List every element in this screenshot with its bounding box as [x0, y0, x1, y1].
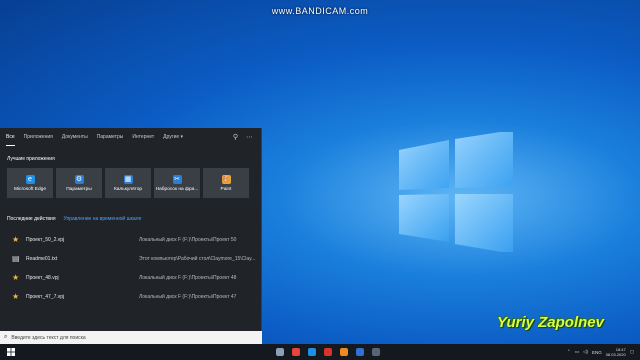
text-file-icon: ▤: [12, 254, 20, 263]
language-indicator[interactable]: ENG: [592, 350, 602, 355]
tab-2[interactable]: Документы: [62, 128, 88, 146]
app-tile-label: Параметры: [66, 186, 92, 192]
recent-item-name: Проект_48.vpj: [26, 274, 59, 281]
tab-5[interactable]: Другие ▾: [163, 128, 183, 146]
recent-item[interactable]: ★ Проект_47_7.vpj Локальный диск F (F:)\Пр…: [0, 287, 261, 306]
app-tile-0[interactable]: e Microsoft Edge: [7, 168, 53, 198]
calculator-icon: ▦: [123, 174, 133, 184]
recent-title: Последние действия: [7, 216, 56, 222]
browser-icon[interactable]: [288, 344, 304, 360]
recent-item[interactable]: ▤ Readme01.txt Этот компьютер\Рабочий стол…: [0, 249, 261, 268]
task-view-icon[interactable]: [272, 344, 288, 360]
app-tile-1[interactable]: ⚙ Параметры: [56, 168, 102, 198]
app-tile-label: Набросок на фра...: [155, 186, 199, 192]
tab-1[interactable]: Приложения: [24, 128, 53, 146]
taskbar-apps: [272, 344, 384, 360]
timeline-link[interactable]: Управление на временной шкале: [64, 216, 142, 222]
windows-start-icon: [7, 348, 15, 356]
start-button[interactable]: [0, 344, 22, 360]
tab-4[interactable]: Интернет: [132, 128, 154, 146]
app-tile-4[interactable]: 🎨 Paint: [203, 168, 249, 198]
taskbar-search-box[interactable]: ⌕ Введите здесь текст для поиска: [0, 331, 262, 344]
recent-item-name: Readme01.txt: [26, 255, 58, 262]
tab-0[interactable]: Все: [6, 129, 15, 146]
recent-item-name: Проект_47_7.vpj: [26, 293, 65, 300]
recent-item-path: Локальный диск F (F:)\Проекты\Проект 50: [139, 236, 237, 243]
app-icon-red[interactable]: [320, 344, 336, 360]
search-panel: Все Приложения Документы Параметры Интернет Д…: [0, 128, 262, 331]
tab-3[interactable]: Параметры: [97, 128, 124, 146]
clock-date: 08.03.2020: [605, 352, 626, 357]
network-icon[interactable]: ▭: [575, 349, 579, 355]
paint-icon: 🎨: [221, 174, 231, 184]
recent-item-path: Этот компьютер\Рабочий стол\Claymore_15\…: [139, 255, 256, 262]
taskbar: ⌃ ▭ ◁) ENG 18:47 08.03.2020 ▢: [0, 344, 640, 360]
bandicam-watermark: www.BANDICAM.com: [271, 6, 369, 16]
app-icon-orange[interactable]: [336, 344, 352, 360]
search-icon: ⌕: [4, 334, 8, 340]
edge-icon: e: [25, 174, 35, 184]
system-tray: ⌃ ▭ ◁) ENG 18:47 08.03.2020 ▢: [567, 347, 640, 357]
windows-logo-wallpaper: [399, 132, 513, 252]
notifications-icon[interactable]: ▢: [630, 349, 634, 355]
project-file-icon: ★: [12, 292, 20, 301]
clock[interactable]: 18:47 08.03.2020: [606, 347, 626, 357]
recent-item-path: Локальный диск F (F:)\Проекты\Проект 48: [139, 274, 237, 281]
app-tile-2[interactable]: ▦ Калькулятор: [105, 168, 151, 198]
edge-icon[interactable]: [304, 344, 320, 360]
recent-item-name: Проект_50_2.vpj: [26, 236, 65, 243]
author-signature: Yuriy Zapolnev: [497, 314, 604, 331]
snip-sketch-icon: ✂: [172, 174, 182, 184]
volume-icon[interactable]: ◁): [583, 349, 588, 355]
app-icon-dark[interactable]: [368, 344, 384, 360]
app-tile-label: Microsoft Edge: [14, 186, 46, 192]
recent-item[interactable]: ★ Проект_50_2.vpj Локальный диск F (F:)\Пр…: [0, 230, 261, 249]
more-icon[interactable]: ⋯: [246, 133, 253, 141]
recent-header: Последние действия Управление на временн…: [0, 198, 261, 226]
app-tile-3[interactable]: ✂ Набросок на фра...: [154, 168, 200, 198]
project-file-icon: ★: [12, 235, 20, 244]
app-icon-blue[interactable]: [352, 344, 368, 360]
feedback-icon[interactable]: ⚲: [233, 133, 238, 141]
search-input[interactable]: Введите здесь текст для поиска: [11, 335, 85, 341]
recent-item-path: Локальный диск F (F:)\Проекты\Проект 47: [139, 293, 237, 300]
recent-item[interactable]: ★ Проект_48.vpj Локальный диск F (F:)\Прое…: [0, 268, 261, 287]
project-file-icon: ★: [12, 273, 20, 282]
best-apps-title: Лучшие приложения: [7, 156, 55, 162]
search-tabs: Все Приложения Документы Параметры Интернет Д…: [0, 128, 261, 146]
app-tile-label: Paint: [220, 186, 232, 192]
gear-icon: ⚙: [74, 174, 84, 184]
recent-list: ★ Проект_50_2.vpj Локальный диск F (F:)\Пр…: [0, 226, 261, 306]
best-apps-list: e Microsoft Edge ⚙ Параметры ▦ Калькулятор ✂ На…: [0, 168, 261, 198]
tray-chevron-icon[interactable]: ⌃: [567, 349, 571, 355]
app-tile-label: Калькулятор: [113, 186, 143, 192]
